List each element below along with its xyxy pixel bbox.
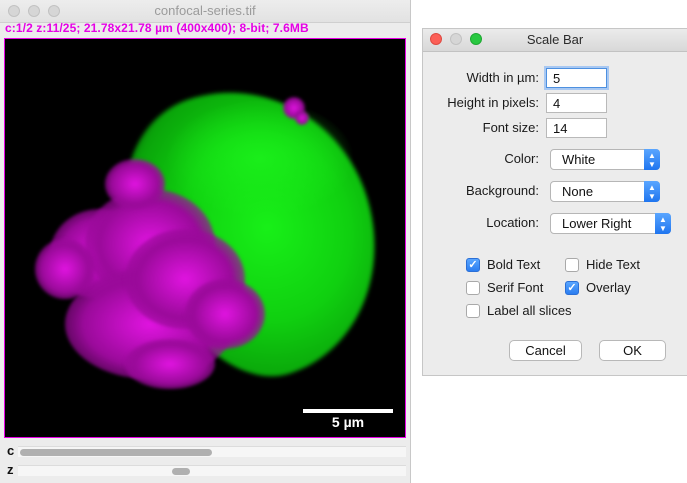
checkbox-box[interactable]: [466, 280, 480, 295]
serif-font-checkbox[interactable]: Serif Font: [466, 280, 543, 295]
z-slider-track[interactable]: [18, 465, 406, 476]
magenta-structure: [295, 111, 309, 125]
label-all-slices-checkbox[interactable]: Label all slices: [466, 303, 572, 318]
image-info-line: c:1/2 z:11/25; 21.78x21.78 µm (400x400);…: [5, 21, 309, 35]
font-size-label: Font size:: [482, 120, 539, 135]
location-label: Location:: [486, 215, 539, 230]
bold-text-checkbox[interactable]: ✓ Bold Text: [466, 257, 540, 272]
minimize-icon[interactable]: [28, 5, 40, 17]
location-select-value: Lower Right: [562, 216, 632, 231]
channel-slider[interactable]: c: [0, 442, 410, 460]
scale-bar-line: [303, 409, 393, 413]
scale-bar-label: 5 µm: [331, 414, 365, 430]
color-select-value: White: [562, 152, 596, 167]
image-canvas[interactable]: 5 µm: [4, 38, 406, 438]
channel-slider-thumb[interactable]: [20, 449, 212, 456]
checkbox-box[interactable]: [466, 303, 480, 318]
serif-font-label: Serif Font: [487, 280, 544, 295]
overlay-label: Overlay: [586, 280, 631, 295]
cancel-button[interactable]: Cancel: [509, 340, 582, 361]
dialog-titlebar[interactable]: Scale Bar: [423, 29, 687, 52]
color-select[interactable]: White ▲ ▼: [550, 149, 660, 170]
z-slider-thumb[interactable]: [172, 468, 190, 475]
channel-slider-track[interactable]: [18, 446, 406, 457]
font-size-field[interactable]: [546, 118, 607, 138]
image-window-title: confocal-series.tif: [154, 3, 256, 18]
checkmark-icon[interactable]: ✓: [565, 280, 579, 295]
magenta-structure: [105, 159, 165, 209]
background-select[interactable]: None ▲ ▼: [550, 181, 660, 202]
width-field[interactable]: [546, 68, 607, 88]
magenta-structure: [35, 239, 95, 299]
zoom-icon[interactable]: [470, 33, 482, 45]
magenta-structure: [125, 339, 215, 389]
overlay-checkbox[interactable]: ✓ Overlay: [565, 280, 631, 295]
channel-slider-label: c: [7, 443, 15, 458]
chevron-updown-icon: ▲ ▼: [644, 181, 660, 202]
z-slider-label: z: [7, 462, 14, 477]
chevron-updown-icon: ▲ ▼: [644, 149, 660, 170]
ok-button[interactable]: OK: [599, 340, 666, 361]
hide-text-label: Hide Text: [586, 257, 640, 272]
minimize-icon[interactable]: [450, 33, 462, 45]
background-select-value: None: [562, 184, 594, 199]
location-select[interactable]: Lower Right ▲ ▼: [550, 213, 671, 234]
label-all-slices-label: Label all slices: [487, 303, 572, 318]
bold-text-label: Bold Text: [487, 257, 541, 272]
green-channel-highlight: [165, 99, 355, 219]
close-icon[interactable]: [8, 5, 20, 17]
close-icon[interactable]: [430, 33, 442, 45]
z-slider[interactable]: z: [0, 461, 410, 479]
image-window: confocal-series.tif c:1/2 z:11/25; 21.78…: [0, 0, 411, 483]
dialog-window-controls: [430, 33, 482, 45]
scale-bar-dialog: Scale Bar Width in µm: Height in pixels:…: [422, 28, 687, 376]
hide-text-checkbox[interactable]: Hide Text: [565, 257, 640, 272]
checkmark-icon[interactable]: ✓: [466, 257, 480, 272]
background-label: Background:: [466, 183, 539, 198]
image-window-titlebar[interactable]: confocal-series.tif: [0, 0, 410, 23]
magenta-structure: [185, 279, 265, 349]
zoom-icon[interactable]: [48, 5, 60, 17]
height-label: Height in pixels:: [447, 95, 539, 110]
window-controls: [8, 5, 60, 17]
width-label: Width in µm:: [466, 70, 539, 85]
chevron-updown-icon: ▲ ▼: [655, 213, 671, 234]
dialog-title: Scale Bar: [526, 32, 584, 47]
checkbox-box[interactable]: [565, 257, 579, 272]
color-label: Color:: [504, 151, 539, 166]
height-field[interactable]: [546, 93, 607, 113]
